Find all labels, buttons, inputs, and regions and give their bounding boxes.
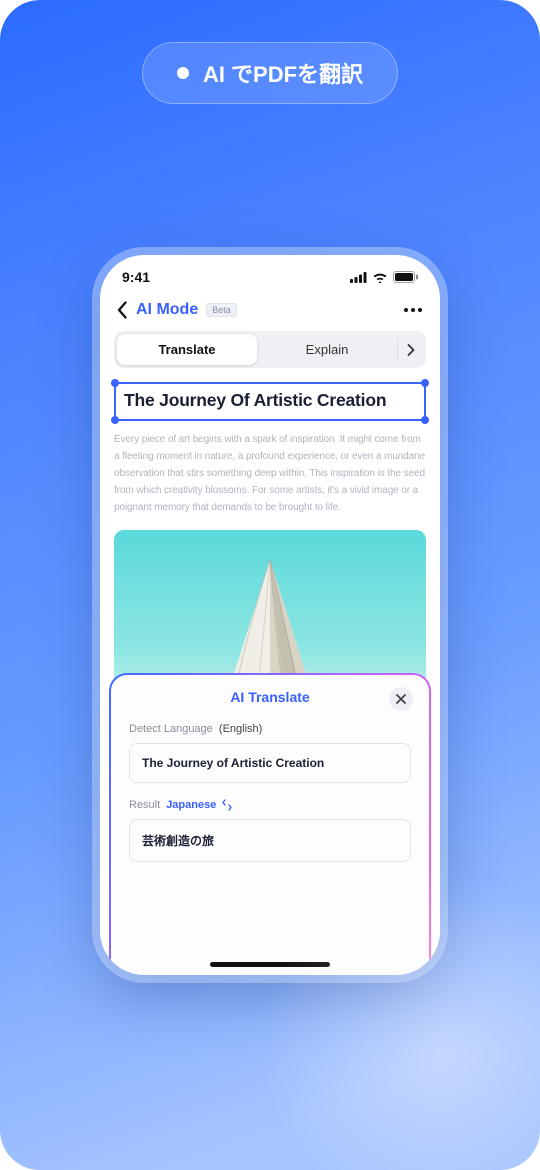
pill-label: AI でPDFを翻訳 (203, 57, 363, 89)
result-row: Result Japanese (129, 799, 411, 811)
target-language-button[interactable]: Japanese (166, 799, 216, 811)
tab-translate[interactable]: Translate (117, 334, 257, 365)
selection-box[interactable]: The Journey Of Artistic Creation (114, 382, 426, 421)
language-swap-button[interactable] (222, 799, 232, 811)
selection-handle-icon[interactable] (421, 416, 429, 424)
translate-panel-title: AI Translate (230, 689, 309, 705)
translate-panel: AI Translate Detect Language (English) T… (109, 673, 431, 975)
nav-bar: AI Mode Beta (100, 289, 440, 329)
article-body: Every piece of art begins with a spark o… (114, 431, 426, 516)
nav-left: AI Mode Beta (116, 301, 237, 319)
nav-title: AI Mode (136, 301, 198, 319)
promo-pill: AI でPDFを翻訳 (142, 42, 398, 104)
more-dot-icon (411, 308, 415, 312)
mode-tabs: Translate Explain (114, 331, 426, 368)
close-button[interactable] (389, 687, 413, 711)
selection-handle-icon[interactable] (111, 379, 119, 387)
status-time: 9:41 (122, 269, 150, 285)
pill-dot-icon (177, 67, 189, 79)
article-title: The Journey Of Artistic Creation (124, 390, 416, 411)
detected-language: (English) (219, 723, 262, 735)
more-dot-icon (418, 308, 422, 312)
beta-badge: Beta (206, 303, 237, 317)
swap-icon (222, 799, 232, 811)
more-dot-icon (404, 308, 408, 312)
close-icon (396, 694, 406, 704)
more-button[interactable] (402, 302, 424, 318)
status-bar: 9:41 (100, 255, 440, 289)
result-label: Result (129, 799, 160, 811)
detect-language-row: Detect Language (English) (129, 723, 411, 735)
detect-language-label: Detect Language (129, 723, 213, 735)
battery-icon (393, 271, 418, 283)
translate-panel-header: AI Translate (129, 689, 411, 705)
promo-card: AI でPDFを翻訳 9:41 AI Mode Beta Tra (0, 0, 540, 1170)
status-icons (350, 271, 418, 283)
back-icon[interactable] (116, 301, 128, 319)
chevron-right-icon (407, 344, 415, 356)
home-indicator[interactable] (210, 962, 330, 967)
tabs-overflow-button[interactable] (397, 339, 423, 361)
phone-frame: 9:41 AI Mode Beta Translate Explain (100, 255, 440, 975)
source-text-box[interactable]: The Journey of Artistic Creation (129, 743, 411, 783)
tab-explain[interactable]: Explain (257, 334, 397, 365)
wifi-icon (372, 272, 388, 283)
signal-icon (350, 272, 367, 283)
translated-text-box: 芸術創造の旅 (129, 819, 411, 862)
